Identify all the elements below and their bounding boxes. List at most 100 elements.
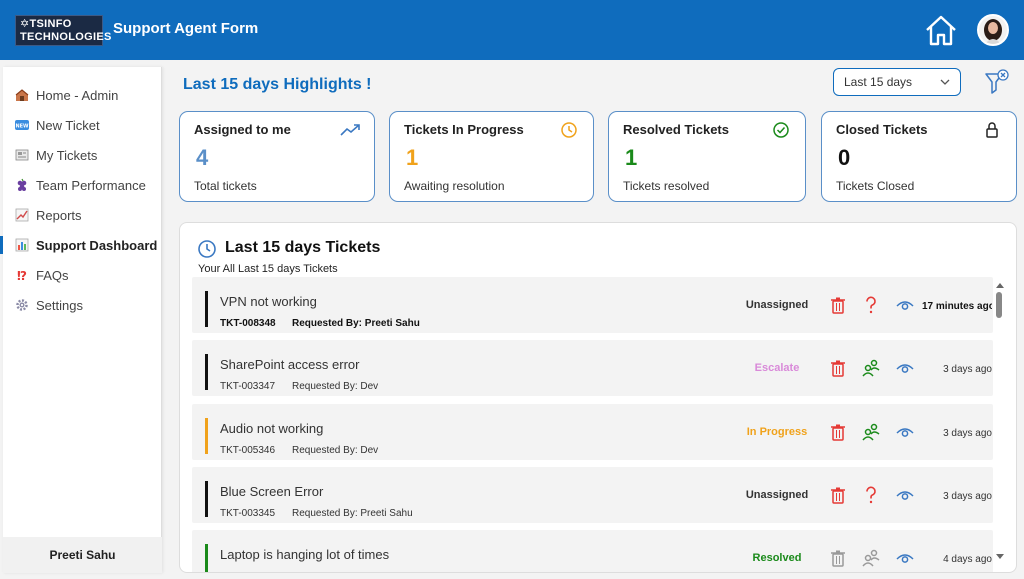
delete-icon[interactable] [828,422,848,442]
ticket-time: 3 days ago [943,428,992,439]
ticket-id: TKT-003347 [220,381,276,392]
date-range-value: Last 15 days [844,75,913,89]
ticket-requested-by: Requested By: Preeti Sahu [292,318,420,329]
sidebar-item-faqs[interactable]: ⁉ FAQs [3,262,162,288]
card-title: Resolved Tickets [623,122,729,137]
view-icon[interactable] [895,358,915,378]
delete-icon[interactable] [828,485,848,505]
delete-icon[interactable] [828,548,848,568]
top-bar: ✡TSINFO TECHNOLOGIES Support Agent Form [0,0,1024,60]
sidebar-item-label: Home - Admin [36,87,119,103]
assign-users-icon[interactable] [861,422,881,442]
svg-text:⁉: ⁉ [17,269,27,282]
delete-icon[interactable] [828,358,848,378]
trend-up-icon [340,121,360,139]
sidebar-item-label: FAQs [36,267,69,283]
sidebar-item-new-ticket[interactable]: NEW New Ticket [3,112,162,138]
question-icon[interactable] [861,295,881,315]
view-icon[interactable] [895,295,915,315]
sidebar-item-home-admin[interactable]: Home - Admin [3,82,162,108]
delete-icon[interactable] [828,295,848,315]
card-subtitle: Awaiting resolution [404,179,505,193]
lock-icon [982,121,1002,139]
status-badge: Escalate [754,362,800,374]
tickets-scrollbar[interactable] [994,280,1006,568]
scroll-down-icon[interactable] [994,552,1006,562]
ticket-row[interactable]: SharePoint access error TKT-003347 Reque… [192,340,993,396]
status-badge: Unassigned [745,489,809,501]
app-title: Support Agent Form [113,20,259,37]
ticket-row[interactable]: Blue Screen Error TKT-003345 Requested B… [192,467,993,523]
sidebar-item-label: My Tickets [36,147,98,163]
card-subtitle: Tickets resolved [623,179,710,193]
tickets-panel-title: Last 15 days Tickets [225,239,381,256]
gear-icon [15,298,29,312]
ticket-title: Laptop is hanging lot of times [220,547,390,562]
new-badge-icon: NEW [15,118,29,132]
exclamation-question-icon: ⁉ [15,268,29,282]
card-tickets-in-progress: Tickets In Progress 1 Awaiting resolutio… [389,111,594,202]
ticket-title: SharePoint access error [220,357,360,372]
home-emoji-icon [15,88,29,102]
ticket-row[interactable]: Laptop is hanging lot of times Resolved … [192,530,993,572]
logo-line-1: ✡TSINFO [20,18,72,30]
card-resolved-tickets: Resolved Tickets 1 Tickets resolved [608,111,806,202]
svg-text:NEW: NEW [15,124,29,130]
ticket-id: TKT-003345 [220,508,276,519]
chart-increasing-icon [15,208,29,222]
question-icon[interactable] [861,485,881,505]
sidebar-item-label: Settings [36,297,83,313]
clock-icon [197,239,217,259]
sidebar-item-support-dashboard[interactable]: Support Dashboard [0,232,162,258]
assign-users-icon[interactable] [861,358,881,378]
ticket-time: 3 days ago [943,491,992,502]
sidebar-item-label: New Ticket [36,117,100,133]
chevron-down-icon [939,75,951,92]
card-subtitle: Total tickets [194,179,257,193]
grapes-icon [15,178,29,192]
status-bar [205,418,208,454]
avatar[interactable] [977,14,1009,46]
assign-users-icon[interactable] [861,548,881,568]
sidebar-item-label: Reports [36,207,82,223]
date-range-select[interactable]: Last 15 days [833,68,961,96]
scroll-up-icon[interactable] [994,280,1006,290]
tickets-panel: Last 15 days Tickets Your All Last 15 da… [179,222,1017,573]
sidebar-item-settings[interactable]: Settings [3,292,162,318]
status-bar [205,544,208,572]
clear-filter-icon[interactable] [983,68,1011,96]
card-value: 0 [838,145,851,170]
card-value: 4 [196,145,209,170]
card-title: Tickets In Progress [404,122,524,137]
ticket-requested-by: Requested By: Dev [292,381,379,392]
highlights-title: Last 15 days Highlights ! [183,76,372,93]
status-bar [205,354,208,390]
card-closed-tickets: Closed Tickets 0 Tickets Closed [821,111,1017,202]
status-bar [205,481,208,517]
tickets-panel-subtitle: Your All Last 15 days Tickets [198,263,338,275]
ticket-row[interactable]: Audio not working TKT-005346 Requested B… [192,404,993,460]
view-icon[interactable] [895,485,915,505]
ticket-row[interactable]: VPN not working TKT-008348 Requested By:… [192,277,993,333]
sidebar: Home - Admin NEW New Ticket My Tickets T… [0,67,162,573]
card-title: Closed Tickets [836,122,928,137]
card-value: 1 [625,145,638,170]
ticket-requested-by: Requested By: Dev [292,445,379,456]
view-icon[interactable] [895,548,915,568]
ticket-requested-by: Requested By: Preeti Sahu [292,508,413,519]
bar-chart-icon [15,238,29,252]
ticket-id: TKT-005346 [220,445,276,456]
view-icon[interactable] [895,422,915,442]
scroll-thumb[interactable] [996,292,1002,318]
sidebar-item-my-tickets[interactable]: My Tickets [3,142,162,168]
ticket-time: 4 days ago [943,554,992,565]
card-title: Assigned to me [194,122,291,137]
sidebar-item-reports[interactable]: Reports [3,202,162,228]
sidebar-item-team-performance[interactable]: Team Performance [3,172,162,198]
ticket-title: Blue Screen Error [220,484,324,499]
ticket-title: Audio not working [220,421,324,436]
ticket-title: VPN not working [220,294,317,309]
home-icon[interactable] [922,12,960,48]
card-value: 1 [406,145,419,170]
current-user-name: Preeti Sahu [3,537,162,573]
